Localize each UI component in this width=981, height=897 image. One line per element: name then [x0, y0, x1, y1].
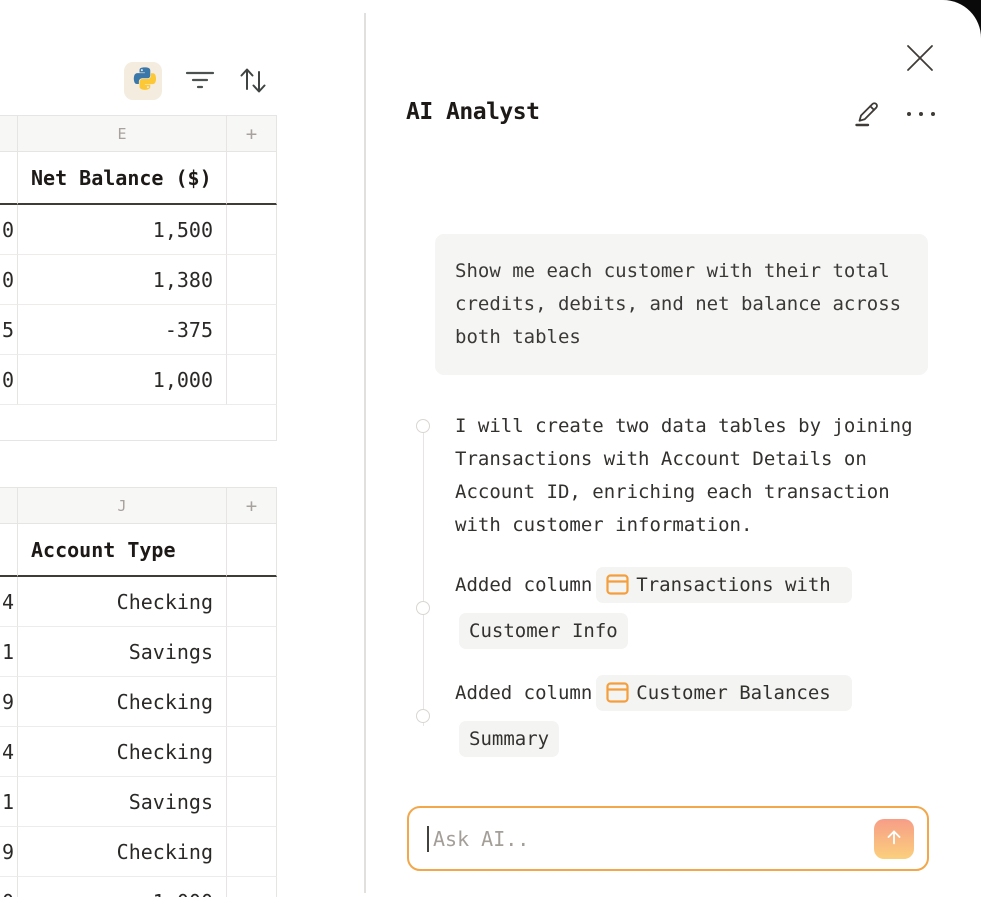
- cell-value[interactable]: 1,380: [18, 255, 227, 305]
- field-cell-partial[interactable]: [0, 524, 18, 577]
- table-row: 4 Checking: [0, 577, 277, 627]
- action-prefix: Added column: [455, 574, 592, 596]
- send-button[interactable]: [874, 819, 914, 859]
- add-column-button[interactable]: +: [227, 116, 277, 152]
- table-row: 0 1,380: [0, 255, 277, 305]
- new-chat-button[interactable]: [850, 96, 884, 130]
- more-options-button[interactable]: [903, 100, 939, 126]
- cell-value[interactable]: Savings: [18, 777, 227, 827]
- account-type-table: J + Account Type 4 Checking 1 Savings 9 …: [0, 487, 277, 897]
- table-row: 0 1,000: [0, 355, 277, 405]
- filter-button[interactable]: [184, 66, 216, 98]
- ai-text-step: I will create two data tables by joining…: [406, 410, 930, 542]
- table-row: 0 1,000: [0, 877, 277, 897]
- add-column-button[interactable]: +: [227, 488, 277, 524]
- table-icon: [606, 682, 629, 703]
- cell-value[interactable]: Checking: [18, 827, 227, 877]
- column-header-partial[interactable]: [0, 116, 18, 152]
- table-row: 1 Savings: [0, 777, 277, 827]
- timeline-node-icon: [416, 419, 430, 433]
- close-icon: [905, 43, 935, 77]
- panel-title: AI Analyst: [406, 99, 539, 125]
- cell-value[interactable]: Checking: [18, 677, 227, 727]
- close-panel-button[interactable]: [904, 44, 936, 76]
- user-message-bubble: Show me each customer with their total c…: [435, 234, 928, 375]
- cell-value[interactable]: 1,000: [18, 355, 227, 405]
- text-cursor: [427, 826, 429, 852]
- cell-value[interactable]: 1,500: [18, 205, 227, 255]
- filter-icon: [185, 68, 215, 96]
- table-icon: [606, 574, 629, 595]
- table-footer-row[interactable]: [0, 405, 277, 441]
- column-header-partial[interactable]: [0, 488, 18, 524]
- user-message-text: Show me each customer with their total c…: [455, 260, 901, 348]
- table-row: 9 Checking: [0, 827, 277, 877]
- table-row: 4 Checking: [0, 727, 277, 777]
- app-window: E + Net Balance ($) 0 1,500 0 1,380 5 -3…: [0, 0, 981, 897]
- cell-value[interactable]: 1,000: [18, 877, 227, 897]
- cell-value[interactable]: Checking: [18, 727, 227, 777]
- ai-action-step: Added columnCustomer Balances Summary: [406, 670, 930, 762]
- cell-value[interactable]: Savings: [18, 627, 227, 677]
- table-row: 5 -375: [0, 305, 277, 355]
- cell-value[interactable]: Checking: [18, 577, 227, 627]
- ai-action-step: Added columnTransactions with Customer I…: [406, 562, 930, 654]
- field-header[interactable]: Net Balance ($): [18, 152, 227, 205]
- python-icon: [131, 67, 156, 96]
- arrow-up-icon: [883, 826, 905, 851]
- table-row: 0 1,500: [0, 205, 277, 255]
- python-button[interactable]: [124, 62, 162, 100]
- edit-pencil-icon: [851, 94, 883, 132]
- cell-value[interactable]: -375: [18, 305, 227, 355]
- ellipsis-icon: [904, 104, 938, 123]
- sort-button[interactable]: [236, 65, 270, 99]
- ask-ai-input[interactable]: [407, 806, 929, 871]
- timeline-node-icon: [416, 709, 430, 723]
- sort-up-down-icon: [237, 64, 269, 100]
- field-header[interactable]: Account Type: [18, 524, 227, 577]
- field-cell-partial[interactable]: [0, 152, 18, 205]
- table-row: 1 Savings: [0, 627, 277, 677]
- net-balance-table: E + Net Balance ($) 0 1,500 0 1,380 5 -3…: [0, 115, 277, 441]
- ai-step-text: I will create two data tables by joining…: [455, 415, 913, 536]
- ai-response-steps: I will create two data tables by joining…: [406, 410, 930, 762]
- table-row: 9 Checking: [0, 677, 277, 727]
- column-header-E[interactable]: E: [18, 116, 227, 152]
- panel-divider: [364, 13, 366, 893]
- column-header-J[interactable]: J: [18, 488, 227, 524]
- action-prefix: Added column: [455, 682, 592, 704]
- timeline-node-icon: [416, 601, 430, 615]
